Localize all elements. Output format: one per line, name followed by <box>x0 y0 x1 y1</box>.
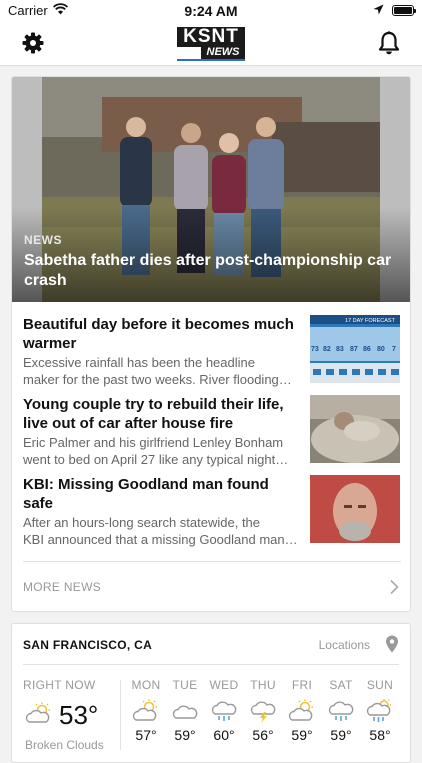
story-summary: Eric Palmer and his girlfriend Lenley Bo… <box>23 434 301 468</box>
partly-sunny-icon <box>132 699 157 721</box>
hero-category: NEWS <box>24 233 62 247</box>
weather-city: SAN FRANCISCO, CA <box>23 638 153 652</box>
thumb-temp: 80 <box>377 346 385 353</box>
forecast-day: TUE 59° <box>165 678 205 743</box>
ksnt-news-logo: KSNT NEWS <box>177 27 245 61</box>
story-summary: Excessive rainfall has been the headline… <box>23 354 301 388</box>
thunderstorm-icon <box>250 701 276 723</box>
status-time: 9:24 AM <box>184 3 238 19</box>
forecast-high: 57° <box>135 727 157 743</box>
forecast-day-label: SUN <box>366 678 394 692</box>
forecast-day-label: THU <box>250 678 276 692</box>
battery-icon <box>392 5 416 16</box>
thumb-temp: 82 <box>323 346 331 353</box>
forecast-high: 59° <box>330 727 352 743</box>
story-item[interactable]: KBI: Missing Goodland man found safe Aft… <box>23 475 401 548</box>
thumb-temp: 73 <box>311 346 319 353</box>
forecast-high: 56° <box>252 727 274 743</box>
forecast-high: 59° <box>174 727 196 743</box>
forecast-day-label: WED <box>209 678 239 692</box>
nav-bar: KSNT NEWS <box>0 22 422 66</box>
more-news-label: MORE NEWS <box>23 580 102 594</box>
forecast-day: WED 60° <box>204 678 244 743</box>
news-card: NEWS Sabetha father dies after post-cham… <box>11 76 411 612</box>
story-summary: After an hours-long search statewide, th… <box>23 514 301 548</box>
hero-story[interactable]: NEWS Sabetha father dies after post-cham… <box>12 77 410 302</box>
forecast-day-label: FRI <box>291 678 313 692</box>
story-summary-line: After an hours-long search statewide, th… <box>23 515 261 530</box>
story-title[interactable]: Young couple try to rebuild their life, … <box>23 395 301 433</box>
cloud-icon <box>172 705 198 719</box>
forecast-high: 58° <box>369 727 391 743</box>
thumb-temp: 86 <box>363 346 371 353</box>
story-summary-line: Eric Palmer and his girlfriend Lenley Bo… <box>23 435 284 450</box>
location-arrow-icon <box>373 4 384 15</box>
gear-icon[interactable] <box>22 32 44 54</box>
forecast-high: 60° <box>213 727 235 743</box>
forecast-day: THU 56° <box>243 678 283 743</box>
bell-icon[interactable] <box>378 31 400 55</box>
story-item[interactable]: Young couple try to rebuild their life, … <box>23 395 401 468</box>
rain-icon <box>328 701 354 721</box>
story-summary-line: Excessive rainfall has been the headline <box>23 355 255 370</box>
story-summary-line: went to bed on April 27 like any typical… <box>23 452 289 467</box>
more-news-link[interactable]: MORE NEWS <box>23 561 401 611</box>
partly-sunny-icon <box>25 702 50 723</box>
weather-card: SAN FRANCISCO, CA Locations RIGHT NOW 53… <box>11 623 411 763</box>
story-title[interactable]: KBI: Missing Goodland man found safe <box>23 475 301 513</box>
forecast-day: SUN 58° <box>360 678 400 743</box>
current-conditions: RIGHT NOW 53° Broken Clouds <box>23 678 123 752</box>
forecast-thumbnail[interactable]: 17 DAY FORECAST 73 82 83 87 86 80 7 <box>310 315 400 383</box>
weather-separator <box>120 680 121 750</box>
location-pin-icon[interactable] <box>385 635 399 653</box>
story-summary-line: maker for the past two weeks. River floo… <box>23 372 292 387</box>
forecast-day-label: MON <box>131 678 161 692</box>
thumb-temp: 83 <box>336 346 344 353</box>
story-item[interactable]: Beautiful day before it becomes much war… <box>23 315 401 388</box>
status-bar: Carrier 9:24 AM <box>0 0 422 22</box>
logo-news: NEWS <box>201 46 245 59</box>
weather-divider <box>23 664 399 665</box>
thumb-temp: 87 <box>350 346 358 353</box>
sun-rain-icon <box>366 699 391 722</box>
story-summary-line: KBI announced that a missing Goodland ma… <box>23 532 298 547</box>
forecast-day: MON 57° <box>126 678 166 743</box>
forecast-day-label: SAT <box>329 678 353 692</box>
story-thumbnail[interactable] <box>310 395 400 463</box>
logo-stripe <box>177 59 245 61</box>
chevron-right-icon <box>390 579 399 595</box>
hero-headline[interactable]: Sabetha father dies after post-champions… <box>24 251 394 291</box>
current-temp: 53° <box>59 700 99 730</box>
forecast-day: FRI 59° <box>282 678 322 743</box>
thumb-temp: 7 <box>392 346 396 353</box>
locations-button[interactable]: Locations <box>319 638 370 652</box>
partly-sunny-icon <box>288 699 313 721</box>
forecast-day: SAT 59° <box>321 678 361 743</box>
right-now-label: RIGHT NOW <box>23 678 96 692</box>
logo-ksnt: KSNT <box>177 27 245 47</box>
rain-icon <box>211 701 237 721</box>
story-title[interactable]: Beautiful day before it becomes much war… <box>23 315 301 353</box>
forecast-high: 59° <box>291 727 313 743</box>
story-thumbnail[interactable] <box>310 475 400 543</box>
thumb-caption: 17 DAY FORECAST <box>345 318 396 324</box>
forecast-day-label: TUE <box>172 678 198 692</box>
